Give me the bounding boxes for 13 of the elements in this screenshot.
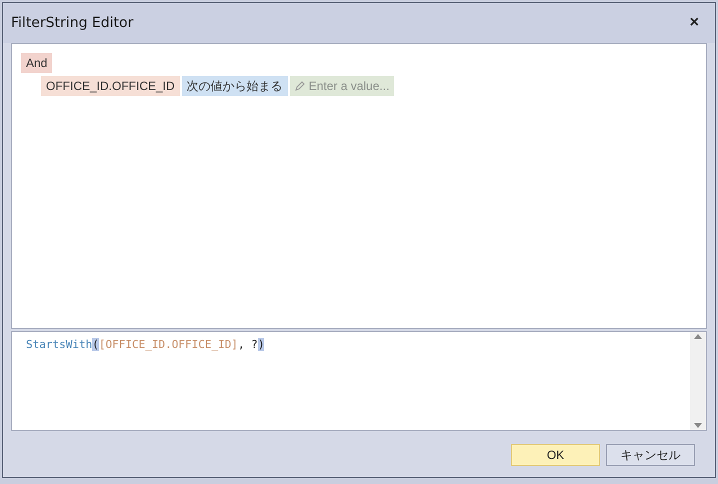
pencil-icon [294, 81, 305, 91]
dialog-button[interactable]: キャンセル [606, 444, 695, 466]
window-title: FilterString Editor [11, 15, 134, 31]
close-button[interactable]: × [686, 14, 703, 32]
expression-text: StartsWith([OFFICE_ID.OFFICE_ID], ?) [25, 337, 266, 353]
dialog-button[interactable]: OK [511, 444, 600, 466]
scrollbar[interactable] [690, 332, 706, 430]
scroll-down-icon[interactable] [694, 423, 702, 428]
group-operator[interactable]: And [21, 53, 52, 73]
operation[interactable]: 次の値から始まる [182, 76, 288, 96]
field-name[interactable]: OFFICE_ID.OFFICE_ID [41, 76, 180, 96]
expression-editor[interactable]: StartsWith([OFFICE_ID.OFFICE_ID], ?) [11, 331, 707, 431]
scroll-up-icon[interactable] [694, 334, 702, 339]
